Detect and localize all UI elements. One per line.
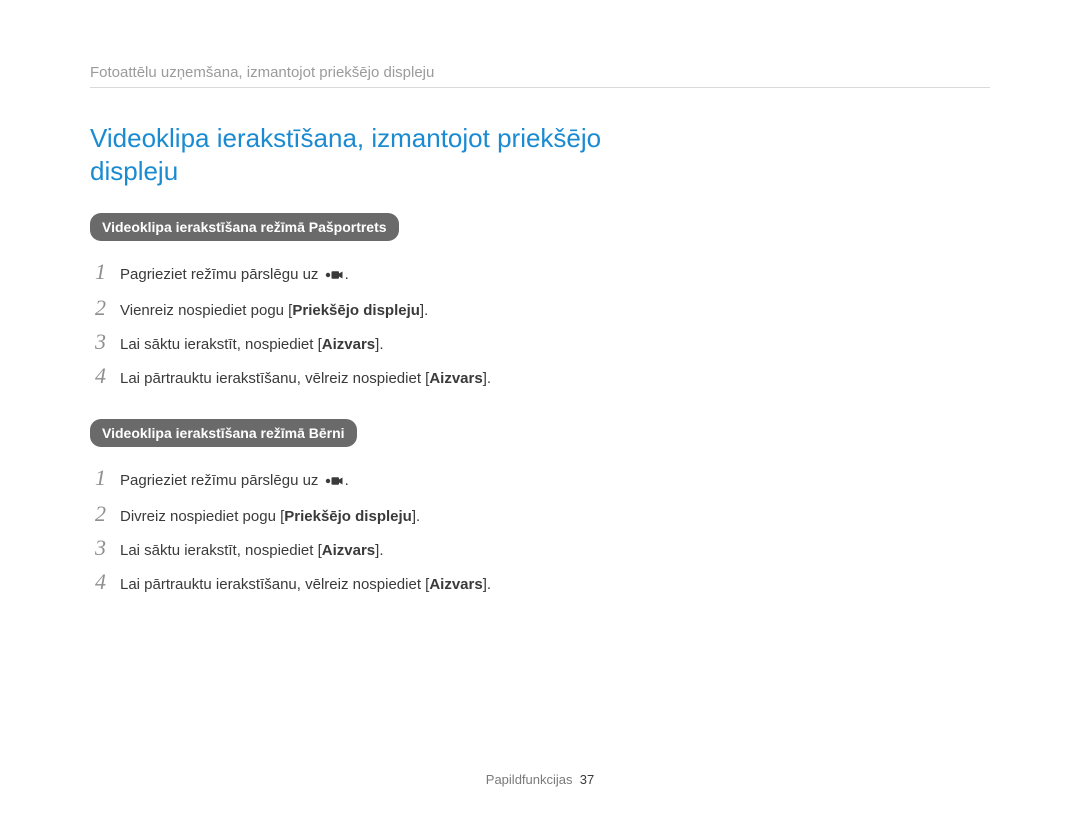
step-number: 1 [90, 465, 106, 491]
page-number: 37 [580, 772, 594, 787]
breadcrumb: Fotoattēlu uzņemšana, izmantojot priekšē… [90, 64, 990, 88]
step-item: 3 Lai sāktu ierakstīt, nospiediet [Aizva… [90, 535, 990, 563]
step-bold: Aizvars [429, 370, 482, 387]
step-item: 2 Vienreiz nospiediet pogu [Priekšējo di… [90, 295, 990, 323]
step-pre: Lai pārtrauktu ierakstīšanu, vēlreiz nos… [120, 576, 429, 593]
step-number: 3 [90, 329, 106, 355]
step-post: . [345, 266, 349, 283]
step-number: 3 [90, 535, 106, 561]
footer-label: Papildfunkcijas [486, 772, 573, 787]
step-text: Divreiz nospiediet pogu [Priekšējo displ… [120, 505, 420, 529]
step-post: ]. [483, 576, 491, 593]
step-bold: Priekšējo displeju [292, 302, 420, 319]
step-post: ]. [375, 336, 383, 353]
step-post: ]. [483, 370, 491, 387]
step-pre: Lai sāktu ierakstīt, nospiediet [ [120, 336, 322, 353]
manual-page: Fotoattēlu uzņemšana, izmantojot priekšē… [0, 0, 1080, 815]
step-pre: Vienreiz nospiediet pogu [ [120, 302, 292, 319]
step-text: Lai sāktu ierakstīt, nospiediet [Aizvars… [120, 539, 384, 563]
step-pre: Lai sāktu ierakstīt, nospiediet [ [120, 542, 322, 559]
step-number: 4 [90, 569, 106, 595]
step-text: Vienreiz nospiediet pogu [Priekšējo disp… [120, 299, 428, 323]
step-bold: Aizvars [322, 336, 375, 353]
step-bold: Priekšējo displeju [284, 508, 412, 525]
step-text: Pagrieziet režīmu pārslēgu uz . [120, 469, 349, 495]
step-post: . [345, 472, 349, 489]
step-text: Lai pārtrauktu ierakstīšanu, vēlreiz nos… [120, 573, 491, 597]
page-title: Videoklipa ierakstīšana, izmantojot prie… [90, 122, 610, 187]
step-bold: Aizvars [322, 542, 375, 559]
step-number: 4 [90, 363, 106, 389]
step-bold: Aizvars [429, 576, 482, 593]
section-pasportrets: Videoklipa ierakstīšana režīmā Pašportre… [90, 213, 990, 391]
step-pre: Pagrieziet režīmu pārslēgu uz [120, 472, 323, 489]
step-post: ]. [420, 302, 428, 319]
step-item: 4 Lai pārtrauktu ierakstīšanu, vēlreiz n… [90, 363, 990, 391]
video-mode-icon [325, 471, 343, 495]
step-text: Pagrieziet režīmu pārslēgu uz . [120, 263, 349, 289]
section-badge: Videoklipa ierakstīšana režīmā Bērni [90, 419, 357, 447]
steps-list: 1 Pagrieziet režīmu pārslēgu uz . 2 Divr… [90, 465, 990, 597]
step-item: 2 Divreiz nospiediet pogu [Priekšējo dis… [90, 501, 990, 529]
step-pre: Lai pārtrauktu ierakstīšanu, vēlreiz nos… [120, 370, 429, 387]
step-number: 1 [90, 259, 106, 285]
step-post: ]. [412, 508, 420, 525]
section-berni: Videoklipa ierakstīšana režīmā Bērni 1 P… [90, 419, 990, 597]
section-badge: Videoklipa ierakstīšana režīmā Pašportre… [90, 213, 399, 241]
page-footer: Papildfunkcijas 37 [0, 772, 1080, 787]
step-pre: Pagrieziet režīmu pārslēgu uz [120, 266, 323, 283]
step-item: 1 Pagrieziet režīmu pārslēgu uz . [90, 259, 990, 289]
step-number: 2 [90, 295, 106, 321]
step-post: ]. [375, 542, 383, 559]
step-item: 1 Pagrieziet režīmu pārslēgu uz . [90, 465, 990, 495]
step-text: Lai pārtrauktu ierakstīšanu, vēlreiz nos… [120, 367, 491, 391]
video-mode-icon [325, 265, 343, 289]
step-item: 4 Lai pārtrauktu ierakstīšanu, vēlreiz n… [90, 569, 990, 597]
step-number: 2 [90, 501, 106, 527]
step-item: 3 Lai sāktu ierakstīt, nospiediet [Aizva… [90, 329, 990, 357]
steps-list: 1 Pagrieziet režīmu pārslēgu uz . 2 Vien… [90, 259, 990, 391]
step-pre: Divreiz nospiediet pogu [ [120, 508, 284, 525]
step-text: Lai sāktu ierakstīt, nospiediet [Aizvars… [120, 333, 384, 357]
